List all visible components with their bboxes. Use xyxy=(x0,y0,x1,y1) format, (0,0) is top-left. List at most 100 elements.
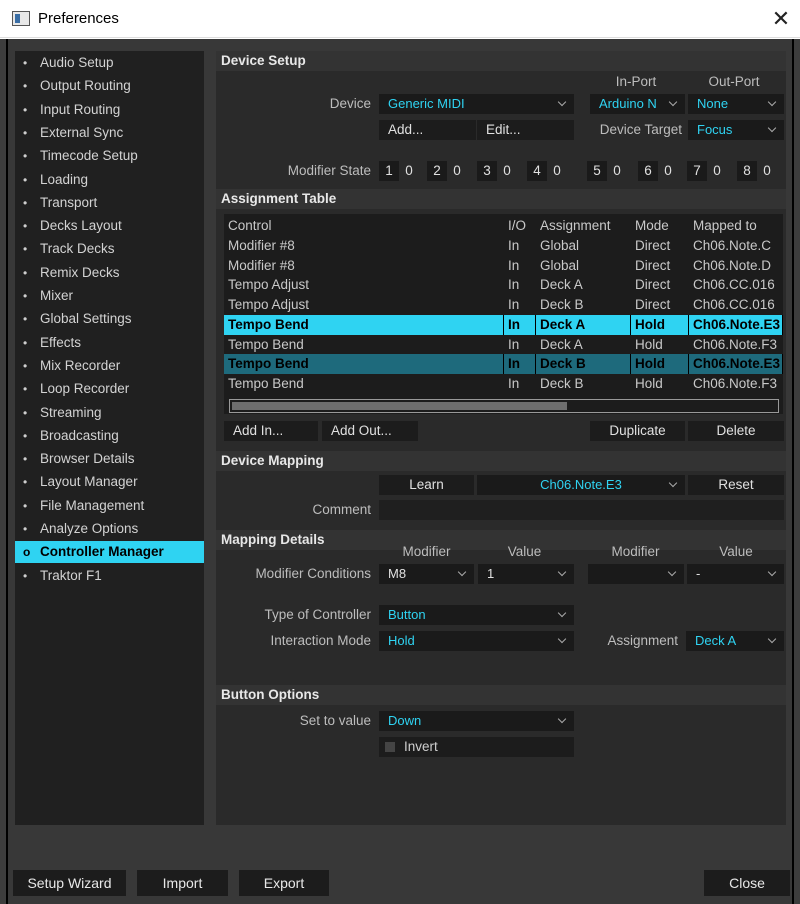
column-header-assignment[interactable]: Assignment xyxy=(536,216,631,236)
column-header-mode[interactable]: Mode xyxy=(631,216,689,236)
close-icon[interactable]: ✕ xyxy=(765,4,797,34)
table-cell: Deck A xyxy=(540,277,583,293)
sidebar-item-broadcasting[interactable]: • Broadcasting xyxy=(15,425,204,447)
add-out-button[interactable]: Add Out... xyxy=(322,421,418,441)
table-row[interactable]: Tempo Adjust In Deck B Direct Ch06.CC.016 xyxy=(224,295,783,315)
sidebar-item-transport[interactable]: • Transport xyxy=(15,192,204,214)
bullet-icon: • xyxy=(23,149,28,164)
bullet-icon: • xyxy=(23,195,28,210)
table-row[interactable]: Tempo Bend In Deck A Hold Ch06.Note.E3 xyxy=(224,314,783,335)
device-select[interactable]: Generic MIDI xyxy=(379,94,574,114)
table-cell: Hold xyxy=(631,354,689,375)
scrollbar-thumb[interactable] xyxy=(232,402,567,410)
delete-button[interactable]: Delete xyxy=(688,421,784,441)
sidebar-item-track-decks[interactable]: • Track Decks xyxy=(15,238,204,260)
sidebar-item-global-settings[interactable]: • Global Settings xyxy=(15,308,204,330)
sidebar-item-decks-layout[interactable]: • Decks Layout xyxy=(15,215,204,237)
add-device-button[interactable]: Add... xyxy=(379,120,476,140)
horizontal-scrollbar[interactable] xyxy=(229,399,779,413)
sidebar-item-layout-manager[interactable]: • Layout Manager xyxy=(15,471,204,493)
sidebar-item-timecode-setup[interactable]: • Timecode Setup xyxy=(15,145,204,167)
invert-checkbox[interactable] xyxy=(385,742,395,752)
sidebar-item-streaming[interactable]: • Streaming xyxy=(15,402,204,424)
invert-label: Invert xyxy=(404,739,438,754)
modifier-state-1: 10 xyxy=(379,161,419,181)
sidebar-item-mix-recorder[interactable]: • Mix Recorder xyxy=(15,355,204,377)
device-target-select[interactable]: Focus xyxy=(688,120,784,140)
sidebar-item-output-routing[interactable]: • Output Routing xyxy=(15,75,204,97)
sidebar-item-browser-details[interactable]: • Browser Details xyxy=(15,448,204,470)
assignment-select[interactable]: Deck A xyxy=(686,631,784,651)
table-cell: Hold xyxy=(631,314,689,335)
table-cell: In xyxy=(508,257,520,273)
type-of-controller-select[interactable]: Button xyxy=(379,605,574,625)
table-row[interactable]: Tempo Bend In Deck B Hold Ch06.Note.F3 xyxy=(224,374,783,394)
sidebar-item-label: Input Routing xyxy=(40,101,121,117)
close-button[interactable]: Close xyxy=(704,870,790,896)
table-cell: Ch06.CC.016 xyxy=(693,297,775,313)
out-port-select[interactable]: None xyxy=(688,94,784,114)
condition1-value-select[interactable]: 1 xyxy=(478,564,574,584)
table-cell: In xyxy=(508,238,520,253)
sidebar-item-traktor-f1[interactable]: • Traktor F1 xyxy=(15,565,204,587)
value-column-label: Value xyxy=(507,544,542,559)
sidebar-item-external-sync[interactable]: • External Sync xyxy=(15,122,204,144)
modifier-number: 2 xyxy=(427,161,447,181)
condition2-modifier-select[interactable] xyxy=(588,564,684,584)
sidebar-item-mixer[interactable]: • Mixer xyxy=(15,285,204,307)
setup-wizard-button[interactable]: Setup Wizard xyxy=(13,870,126,896)
window-title: Preferences xyxy=(38,10,119,27)
reset-button[interactable]: Reset xyxy=(688,475,784,495)
bullet-icon: • xyxy=(23,242,28,257)
sidebar-item-controller-manager[interactable]: o Controller Manager xyxy=(15,541,204,564)
bullet-icon: • xyxy=(23,335,28,350)
table-row[interactable]: Modifier #8 In Global Direct Ch06.Note.C xyxy=(224,236,783,256)
sidebar-item-label: Timecode Setup xyxy=(40,148,138,164)
mapped-to-select[interactable]: Ch06.Note.E3 xyxy=(477,475,685,495)
column-header-mapped-to[interactable]: Mapped to xyxy=(689,216,783,236)
table-cell: Direct xyxy=(635,257,671,273)
sidebar-item-analyze-options[interactable]: • Analyze Options xyxy=(15,518,204,540)
modifier-value: 0 xyxy=(547,161,567,181)
sidebar-item-loading[interactable]: • Loading xyxy=(15,169,204,191)
sidebar-item-label: File Management xyxy=(40,497,145,513)
table-row[interactable]: Tempo Adjust In Deck A Direct Ch06.CC.016 xyxy=(224,275,783,295)
title-bar: Preferences ✕ xyxy=(0,0,800,38)
comment-field[interactable] xyxy=(379,500,784,520)
column-header-control[interactable]: Control xyxy=(224,216,504,236)
invert-checkbox-row[interactable]: Invert xyxy=(379,737,574,757)
sidebar-item-label: Audio Setup xyxy=(40,55,114,70)
device-mapping-heading: Device Mapping xyxy=(216,451,786,471)
set-to-value-select[interactable]: Down xyxy=(379,711,574,731)
modifier-value: 0 xyxy=(707,161,727,181)
condition1-modifier-select[interactable]: M8 xyxy=(379,564,474,584)
type-of-controller-label: Type of Controller xyxy=(264,607,371,622)
device-setup-heading: Device Setup xyxy=(216,51,786,71)
bullet-icon: • xyxy=(23,405,28,420)
import-button[interactable]: Import xyxy=(137,870,228,896)
column-header-i-o[interactable]: I/O xyxy=(504,216,536,236)
sidebar-item-loop-recorder[interactable]: • Loop Recorder xyxy=(15,378,204,400)
add-in-button[interactable]: Add In... xyxy=(224,421,318,441)
table-cell: Tempo Bend xyxy=(224,354,504,375)
modifier-number: 5 xyxy=(587,161,607,181)
modifier-state-4: 40 xyxy=(527,161,567,181)
condition2-value-select[interactable]: - xyxy=(687,564,784,584)
export-button[interactable]: Export xyxy=(239,870,329,896)
interaction-mode-select[interactable]: Hold xyxy=(379,631,574,651)
edit-device-button[interactable]: Edit... xyxy=(477,120,574,140)
table-row[interactable]: Tempo Bend In Deck B Hold Ch06.Note.E3 xyxy=(224,354,783,375)
table-row[interactable]: Tempo Bend In Deck A Hold Ch06.Note.F3 xyxy=(224,335,783,355)
table-row[interactable]: Modifier #8 In Global Direct Ch06.Note.D xyxy=(224,256,783,276)
in-port-select[interactable]: Arduino N xyxy=(590,94,685,114)
sidebar-item-audio-setup[interactable]: • Audio Setup xyxy=(15,52,204,74)
sidebar-item-input-routing[interactable]: • Input Routing xyxy=(15,99,204,121)
modifier-value: 0 xyxy=(447,161,467,181)
learn-button[interactable]: Learn xyxy=(379,475,474,495)
sidebar-item-remix-decks[interactable]: • Remix Decks xyxy=(15,262,204,284)
duplicate-button[interactable]: Duplicate xyxy=(590,421,685,441)
set-to-value-label: Set to value xyxy=(299,713,371,728)
table-cell: In xyxy=(504,314,536,335)
sidebar-item-effects[interactable]: • Effects xyxy=(15,332,204,354)
sidebar-item-file-management[interactable]: • File Management xyxy=(15,495,204,517)
